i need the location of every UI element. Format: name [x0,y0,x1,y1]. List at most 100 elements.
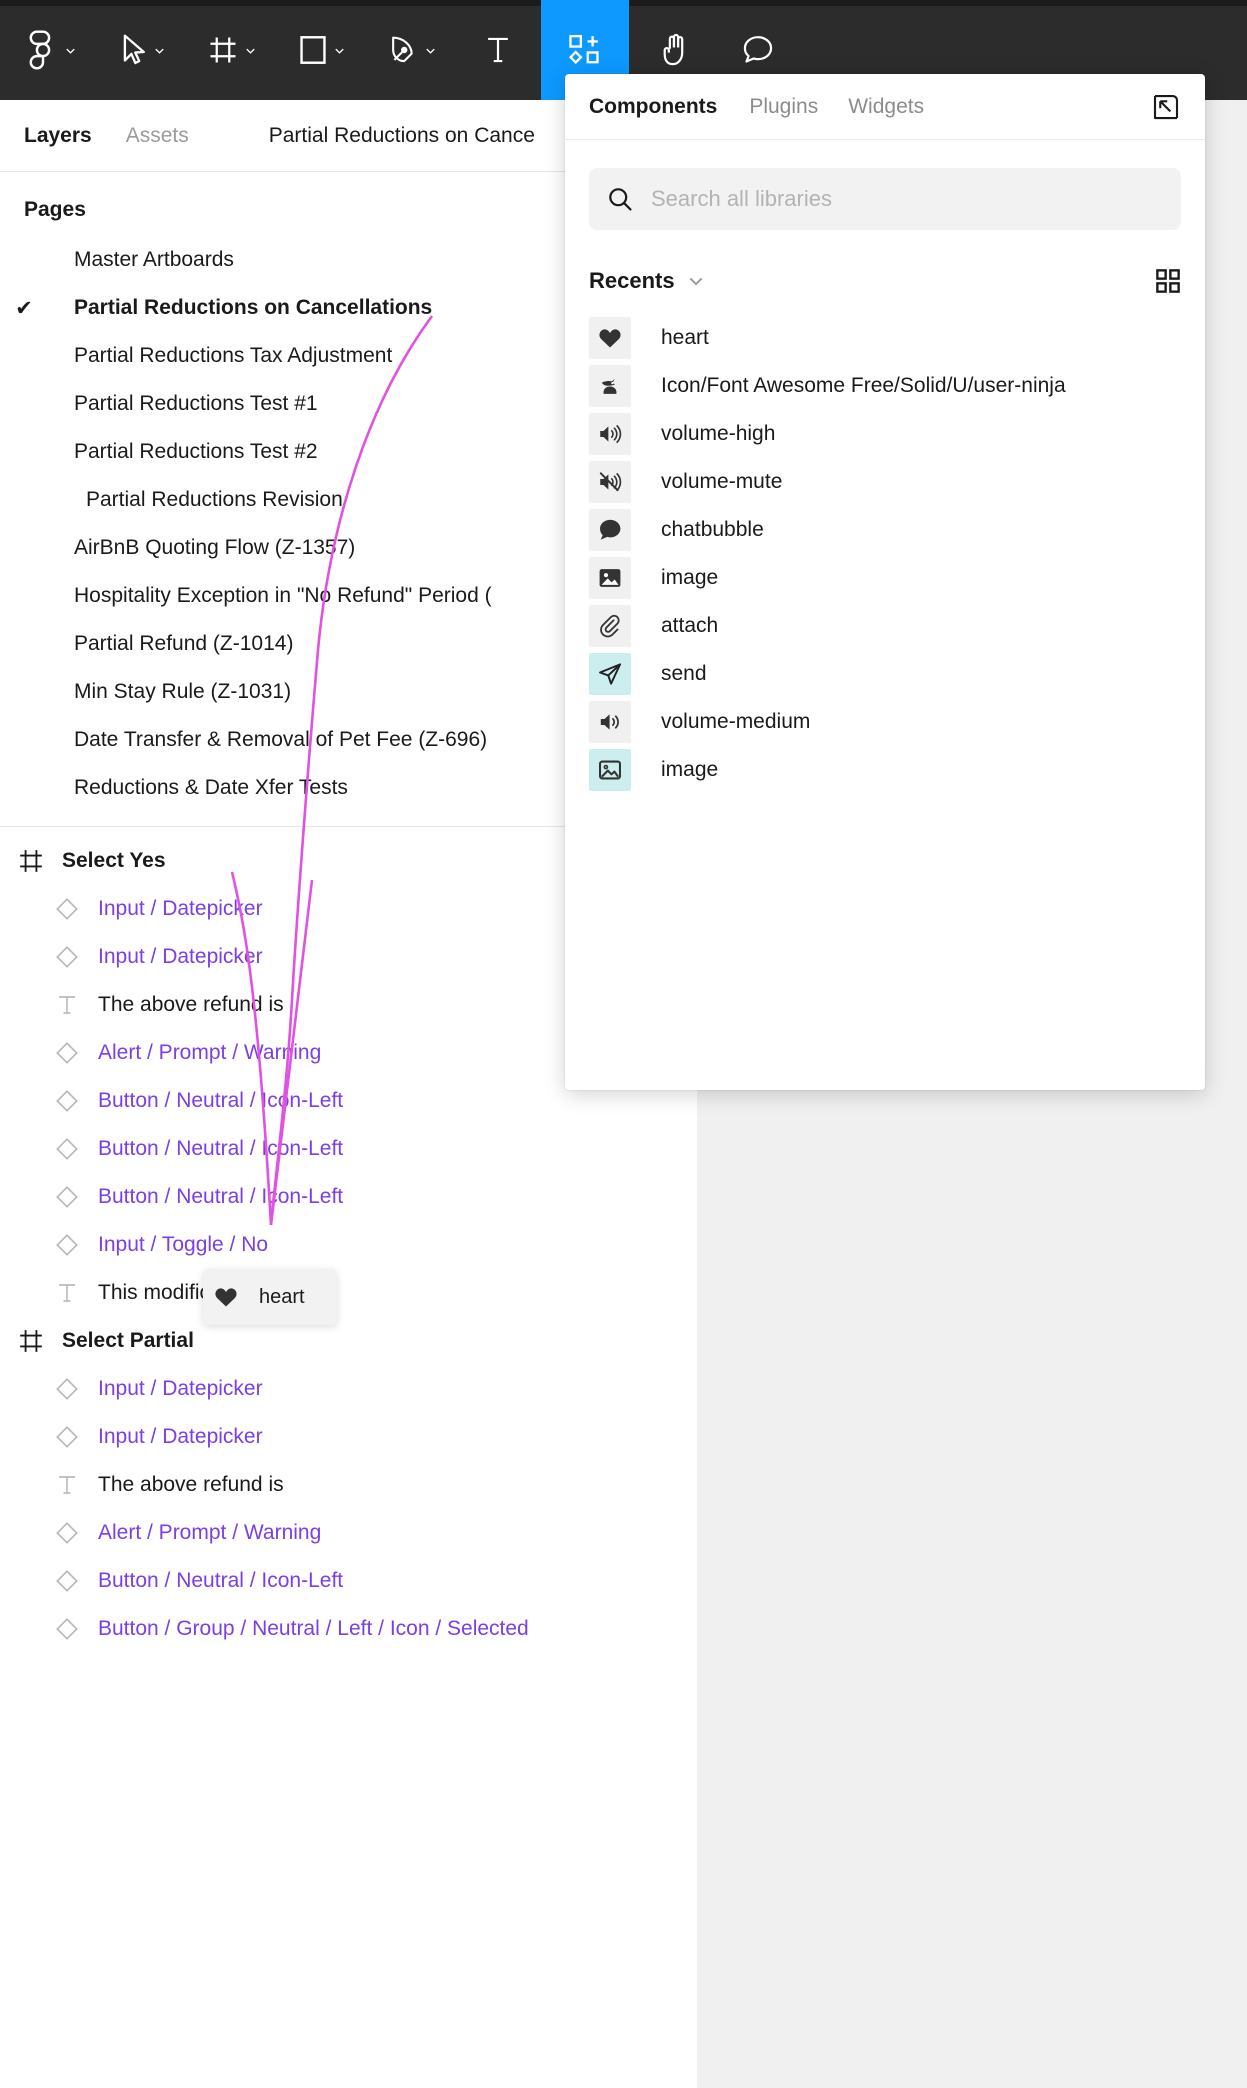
comment-tool-icon [741,33,775,67]
component-list-item[interactable]: volume-medium [565,698,1205,746]
grid-view-icon[interactable] [1155,268,1181,294]
component-list-item[interactable]: Icon/Font Awesome Free/Solid/U/user-ninj… [565,362,1205,410]
layer-row[interactable]: The above refund is [0,1461,697,1509]
component-instance-icon [36,1184,98,1210]
text-layer-icon [36,1473,98,1497]
component-name: image [661,758,719,781]
layer-label: Input / Datepicker [98,1425,263,1448]
shape-tool-button[interactable] [283,0,362,100]
component-list-item[interactable]: volume-high [565,410,1205,458]
hand-tool-icon [659,32,691,68]
image-outline-icon [589,749,631,791]
chevron-down-icon[interactable] [687,272,705,290]
layer-label: Select Yes [62,849,166,872]
resources-tool-icon [567,32,603,68]
frame-icon [0,1328,62,1354]
component-name: attach [661,614,719,637]
user-ninja-icon [589,365,631,407]
recents-label: Recents [589,268,675,293]
page-label: Master Artboards [74,248,234,271]
image-icon [589,557,631,599]
component-instance-icon [36,1568,98,1594]
component-list-item[interactable]: attach [565,602,1205,650]
component-instance-icon [36,944,98,970]
pen-tool-icon [388,34,418,66]
chevron-down-icon [64,44,77,57]
volume-high-icon [589,413,631,455]
component-instance-icon [36,1040,98,1066]
figma-logo-icon [28,28,58,72]
component-instance-icon [36,1424,98,1450]
move-tool-button[interactable] [105,0,182,100]
component-instance-icon [36,1520,98,1546]
components-tab-bar: Components Plugins Widgets [565,74,1205,140]
layer-row[interactable]: Button / Neutral / Icon-Left [0,1557,697,1605]
layer-row[interactable]: Button / Neutral / Icon-Left [0,1173,697,1221]
layer-label: Button / Neutral / Icon-Left [98,1089,344,1112]
layer-row[interactable]: Button / Group / Neutral / Left / Icon /… [0,1605,697,1653]
component-name: volume-mute [661,470,783,493]
layer-label: Input / Datepicker [98,945,263,968]
layer-frame-row[interactable]: Select Partial [0,1317,697,1365]
pen-tool-button[interactable] [372,0,453,100]
text-tool-button[interactable] [463,0,533,100]
component-instance-icon [36,896,98,922]
drag-preview-label: heart [259,1285,305,1308]
components-list: heart Icon/Font Awesome Free/Solid/U/user… [565,314,1205,794]
component-list-item[interactable]: image [565,554,1205,602]
chevron-down-icon [244,44,257,57]
text-layer-icon [36,1281,98,1305]
search-field[interactable] [589,168,1181,230]
component-list-item[interactable]: heart [565,314,1205,362]
component-instance-icon [36,1088,98,1114]
frame-icon [0,848,62,874]
layer-row[interactable]: Input / Datepicker [0,1365,697,1413]
page-label: Partial Refund (Z-1014) [74,632,294,655]
component-list-item[interactable]: volume-mute [565,458,1205,506]
layer-label: Button / Neutral / Icon-Left [98,1137,344,1160]
layer-label: Alert / Prompt / Warning [98,1521,322,1544]
volume-mute-icon [589,461,631,503]
component-list-item[interactable]: send [565,650,1205,698]
page-label: Partial Reductions on Cancellations [74,296,433,319]
chatbubble-icon [589,509,631,551]
component-list-item[interactable]: chatbubble [565,506,1205,554]
component-instance-icon [36,1232,98,1258]
recents-section-header: Recents [589,258,1181,304]
tab-assets[interactable]: Assets [126,124,189,148]
heart-icon [203,1286,249,1308]
layer-row[interactable]: Alert / Prompt / Warning [0,1509,697,1557]
tab-components[interactable]: Components [589,95,717,119]
layer-label: Select Partial [62,1329,194,1352]
component-name: image [661,566,719,589]
expand-panel-icon[interactable] [1149,90,1183,124]
search-input[interactable] [651,186,1111,212]
chevron-down-icon [153,44,166,57]
layer-row[interactable]: This modificaiton is [0,1269,697,1317]
layer-label: Input / Toggle / No [98,1233,269,1256]
layer-row[interactable]: Input / Datepicker [0,1413,697,1461]
rectangle-tool-icon [299,33,327,67]
component-name: volume-high [661,422,776,445]
page-label: Partial Reductions Test #2 [74,440,318,463]
components-popover: Components Plugins Widgets Recents [565,74,1205,1090]
tab-layers[interactable]: Layers [24,124,92,148]
page-label: Partial Reductions Revision [86,488,343,511]
layer-label: Alert / Prompt / Warning [98,1041,322,1064]
layer-label: Button / Neutral / Icon-Left [98,1185,344,1208]
attach-icon [589,605,631,647]
text-layer-icon [36,993,98,1017]
component-list-item[interactable]: image [565,746,1205,794]
component-name: volume-medium [661,710,811,733]
layer-row[interactable]: Input / Toggle / No [0,1221,697,1269]
move-tool-icon [121,33,147,67]
page-label: Min Stay Rule (Z-1031) [74,680,292,703]
tab-widgets[interactable]: Widgets [848,95,924,119]
tab-plugins[interactable]: Plugins [749,95,818,119]
chevron-down-icon [333,44,346,57]
frame-tool-button[interactable] [192,0,273,100]
figma-menu-button[interactable] [14,0,91,100]
component-name: Icon/Font Awesome Free/Solid/U/user-ninj… [661,374,1066,397]
page-label: AirBnB Quoting Flow (Z-1357) [74,536,356,559]
layer-row[interactable]: Button / Neutral / Icon-Left [0,1125,697,1173]
